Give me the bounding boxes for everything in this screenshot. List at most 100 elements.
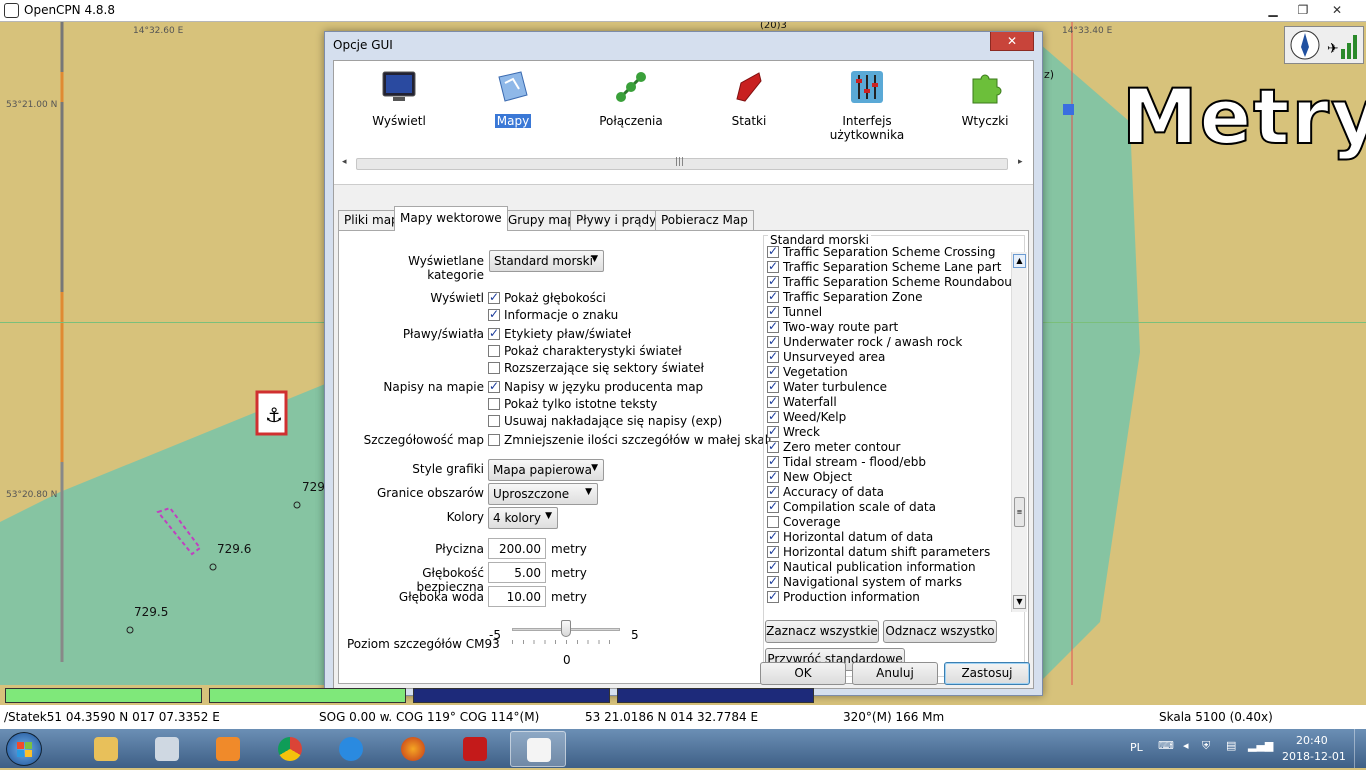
sign-info-checkbox[interactable]: Informacje o znaku xyxy=(488,307,618,322)
category-list-item[interactable]: Water turbulence xyxy=(767,379,1015,395)
maximize-button[interactable]: ❐ xyxy=(1288,0,1318,20)
category-checkbox[interactable] xyxy=(767,304,779,319)
category-list-item[interactable]: Two-way route part xyxy=(767,319,1015,335)
shallow-depth-input[interactable]: 200.00 xyxy=(488,538,546,559)
category-checkbox[interactable] xyxy=(767,544,779,559)
category-checkbox[interactable] xyxy=(767,499,779,514)
chart-bar[interactable] xyxy=(617,688,814,703)
category-checkbox[interactable] xyxy=(767,334,779,349)
taskbar-opencpn[interactable] xyxy=(510,731,566,767)
category-checkbox[interactable] xyxy=(767,289,779,304)
light-sectors-checkbox[interactable]: Rozszerzające się sektory świateł xyxy=(488,361,704,375)
category-list-item[interactable]: Horizontal datum shift parameters xyxy=(767,544,1015,560)
category-checkbox[interactable] xyxy=(767,319,779,334)
category-checkbox[interactable] xyxy=(767,245,779,259)
safety-depth-input[interactable]: 5.00 xyxy=(488,562,546,583)
category-checkbox[interactable] xyxy=(767,559,779,574)
show-desktop-button[interactable] xyxy=(1354,729,1366,768)
scrollbar-thumb[interactable]: ||| xyxy=(356,157,1008,170)
category-checkbox[interactable] xyxy=(767,364,779,379)
category-list-item[interactable]: Underwater rock / awash rock xyxy=(767,334,1015,350)
language-indicator[interactable]: PL xyxy=(1130,741,1143,754)
dialog-close-button[interactable]: ✕ xyxy=(990,32,1034,51)
select-all-button[interactable]: Zaznacz wszystkie xyxy=(765,620,879,643)
toolbar-display[interactable]: Wyświetl xyxy=(344,69,454,128)
categories-select[interactable]: Standard morski ▼ xyxy=(489,250,604,272)
category-list-item[interactable]: Zero meter contour xyxy=(767,439,1015,455)
category-list-item[interactable]: Traffic Separation Zone xyxy=(767,289,1015,305)
category-list-item[interactable]: Nautical publication information xyxy=(767,559,1015,575)
category-checkbox[interactable] xyxy=(767,439,779,454)
signal-icon[interactable]: ▂▄▆ xyxy=(1248,739,1273,752)
tab-tides-currents[interactable]: Pływy i prądy xyxy=(570,210,663,230)
reduce-detail-checkbox[interactable]: Zmniejszenie ilości szczegółów w małej s… xyxy=(488,433,771,447)
category-list-item[interactable]: Compilation scale of data xyxy=(767,499,1015,515)
category-list-item[interactable]: Coverage xyxy=(767,515,1015,530)
category-checkbox[interactable] xyxy=(767,589,779,604)
taskbar-ie[interactable] xyxy=(323,731,379,767)
deselect-all-button[interactable]: Odznacz wszystko xyxy=(883,620,997,643)
ok-button[interactable]: OK xyxy=(760,662,846,685)
cm93-slider[interactable] xyxy=(512,620,620,650)
clock-date[interactable]: 2018-12-01 xyxy=(1282,750,1346,763)
network-icon[interactable]: ▤ xyxy=(1226,739,1236,752)
category-checkbox[interactable] xyxy=(767,424,779,439)
category-checkbox[interactable] xyxy=(767,516,779,528)
category-list-item[interactable]: Accuracy of data xyxy=(767,484,1015,500)
toolbar-user-interface[interactable]: Interfejs użytkownika xyxy=(812,69,922,142)
category-list-item[interactable]: Tunnel xyxy=(767,304,1015,320)
category-checkbox[interactable] xyxy=(767,484,779,499)
toolbar-connections[interactable]: Połączenia xyxy=(576,69,686,128)
category-list-item[interactable]: Traffic Separation Scheme Roundabout xyxy=(767,274,1015,290)
taskbar-explorer[interactable] xyxy=(78,731,134,767)
toolbar-plugins[interactable]: Wtyczki xyxy=(930,69,1040,128)
boundaries-select[interactable]: Uproszczone ▼ xyxy=(488,483,598,505)
national-text-checkbox[interactable]: Napisy w języku producenta map xyxy=(488,379,703,394)
category-checkbox[interactable] xyxy=(767,379,779,394)
light-characteristics-checkbox[interactable]: Pokaż charakterystyki świateł xyxy=(488,344,682,358)
minimize-button[interactable]: ▁ xyxy=(1258,0,1288,20)
taskbar-acrobat[interactable] xyxy=(447,731,503,767)
category-checkbox[interactable] xyxy=(767,394,779,409)
category-checkbox[interactable] xyxy=(767,274,779,289)
taskbar-chrome[interactable] xyxy=(262,731,318,767)
scroll-up-arrow-icon[interactable]: ▲ xyxy=(1013,254,1026,268)
category-list-item[interactable]: Vegetation xyxy=(767,364,1015,380)
cancel-button[interactable]: Anuluj xyxy=(852,662,938,685)
chart-bar[interactable] xyxy=(209,688,406,703)
category-checkbox[interactable] xyxy=(767,529,779,544)
category-list-scrollbar[interactable]: ▲ ≡ ▼ xyxy=(1011,252,1027,612)
shield-icon[interactable]: ⛨ xyxy=(1202,739,1210,753)
category-list-item[interactable]: Traffic Separation Scheme Crossing xyxy=(767,245,1015,260)
toolbar-charts[interactable]: Mapy xyxy=(458,69,568,128)
category-list[interactable]: Traffic Separation Scheme CrossingTraffi… xyxy=(767,245,1015,605)
declutter-text-checkbox[interactable]: Usuwaj nakładające się napisy (exp) xyxy=(488,414,722,428)
category-checkbox[interactable] xyxy=(767,469,779,484)
scroll-right-arrow-icon[interactable]: ▸ xyxy=(1018,157,1023,167)
keyboard-icon[interactable]: ⌨ xyxy=(1158,739,1174,752)
deep-water-input[interactable]: 10.00 xyxy=(488,586,546,607)
clock-time[interactable]: 20:40 xyxy=(1296,734,1328,747)
category-list-item[interactable]: Waterfall xyxy=(767,394,1015,410)
category-checkbox[interactable] xyxy=(767,574,779,589)
chart-bar[interactable] xyxy=(5,688,202,703)
taskbar-firefox[interactable] xyxy=(385,731,441,767)
tab-chart-downloader[interactable]: Pobieracz Map xyxy=(655,210,754,230)
category-checkbox[interactable] xyxy=(767,349,779,364)
toolbar-ships[interactable]: Statki xyxy=(694,69,804,128)
category-checkbox[interactable] xyxy=(767,409,779,424)
category-checkbox[interactable] xyxy=(767,454,779,469)
category-checkbox[interactable] xyxy=(767,259,779,274)
tray-chevron-icon[interactable]: ◂ xyxy=(1183,739,1189,752)
cm93-slider-thumb[interactable] xyxy=(561,620,571,637)
scrollbar-thumb[interactable]: ≡ xyxy=(1014,497,1025,527)
category-list-item[interactable]: Traffic Separation Scheme Lane part xyxy=(767,259,1015,275)
start-button[interactable] xyxy=(6,732,42,766)
colors-select[interactable]: 4 kolory ▼ xyxy=(488,507,558,529)
window-close-button[interactable]: ✕ xyxy=(1322,0,1352,20)
apply-button[interactable]: Zastosuj xyxy=(944,662,1030,685)
buoy-labels-checkbox[interactable]: Etykiety pław/świateł xyxy=(488,326,631,341)
taskbar-media[interactable] xyxy=(200,731,256,767)
category-list-item[interactable]: New Object xyxy=(767,469,1015,485)
category-list-item[interactable]: Navigational system of marks xyxy=(767,574,1015,590)
